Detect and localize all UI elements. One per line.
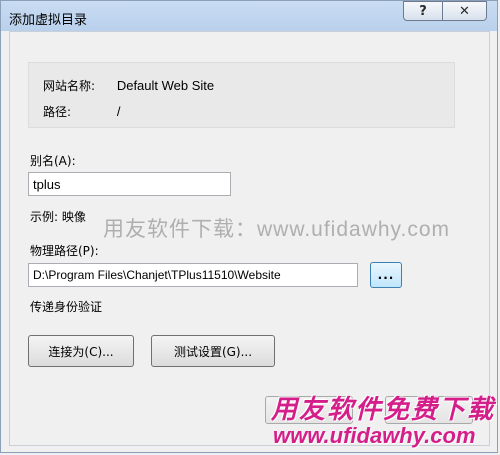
test-settings-button[interactable]: 测试设置(G)... bbox=[151, 335, 275, 367]
watermark-logo-url: www.ufidawhy.com bbox=[273, 423, 476, 448]
connect-as-button[interactable]: 连接为(C)... bbox=[28, 335, 134, 367]
pass-through-auth-label: 传递身份验证 bbox=[30, 300, 103, 314]
browse-ellipsis-icon: ... bbox=[377, 268, 395, 282]
path-row: 路径: / bbox=[43, 103, 120, 120]
browse-button[interactable]: ... bbox=[370, 262, 402, 288]
center-watermark: 用友软件下载：www.ufidawhy.com bbox=[103, 218, 451, 241]
site-name-row: 网站名称: Default Web Site bbox=[43, 77, 214, 94]
title-bar-buttons: ? ✕ bbox=[403, 1, 487, 21]
help-button[interactable]: ? bbox=[403, 1, 443, 21]
site-name-label: 网站名称: bbox=[43, 79, 96, 93]
test-settings-label: 测试设置(G)... bbox=[173, 344, 253, 359]
alias-example-text: 示例: 映像 bbox=[30, 210, 86, 224]
physical-path-label: 物理路径(P): bbox=[30, 244, 99, 258]
window-title: 添加虚拟目录 bbox=[9, 13, 88, 28]
connect-as-label: 连接为(C)... bbox=[48, 344, 114, 359]
watermark-logo-cn: 用友软件免费下载 bbox=[271, 395, 496, 425]
help-icon: ? bbox=[419, 3, 427, 19]
add-virtual-directory-dialog: 添加虚拟目录 ? ✕ 网站名称: Default Web Site 路径: / … bbox=[0, 0, 498, 453]
site-name-value: Default Web Site bbox=[116, 78, 215, 93]
path-label: 路径: bbox=[43, 105, 72, 119]
physical-path-input[interactable] bbox=[28, 263, 358, 287]
path-value: / bbox=[116, 104, 121, 119]
title-bar[interactable]: 添加虚拟目录 ? ✕ bbox=[1, 1, 497, 31]
close-icon: ✕ bbox=[459, 3, 470, 19]
close-button[interactable]: ✕ bbox=[443, 1, 487, 21]
alias-label: 别名(A): bbox=[30, 154, 76, 168]
watermark-logo: 用友软件免费下载 www.ufidawhy.com bbox=[263, 389, 499, 455]
alias-input[interactable] bbox=[28, 172, 231, 196]
site-info-panel: 网站名称: Default Web Site 路径: / bbox=[28, 62, 455, 128]
